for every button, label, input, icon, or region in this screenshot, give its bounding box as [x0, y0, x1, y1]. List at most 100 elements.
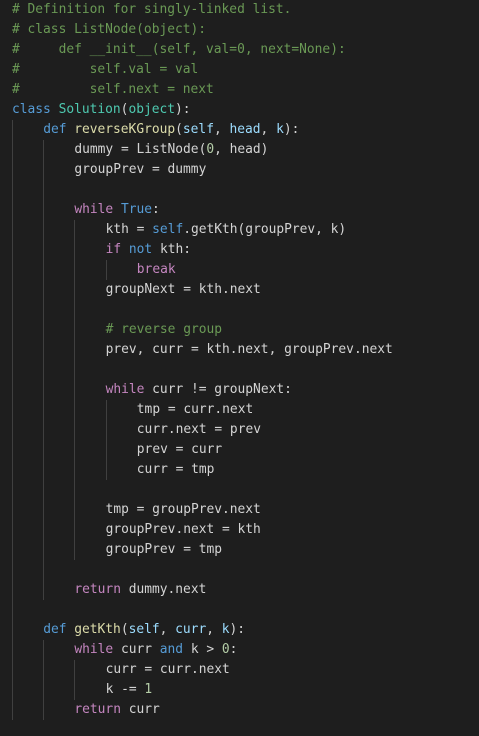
code-token: groupPrev.next = kth: [105, 522, 261, 537]
code-editor[interactable]: # Definition for singly-linked list. # cl…: [0, 0, 479, 736]
code-token: ):: [283, 122, 300, 137]
code-token: k: [221, 622, 230, 637]
code-token: return: [74, 582, 121, 597]
code-token: # reverse group: [105, 322, 223, 337]
code-token: def: [43, 122, 75, 137]
code-token: kth:: [152, 242, 191, 257]
code-line[interactable]: prev = curr: [137, 440, 222, 460]
code-token: k -=: [105, 682, 145, 697]
code-line[interactable]: groupNext = kth.next: [106, 280, 261, 300]
code-token: tmp = groupPrev.next: [105, 502, 261, 517]
indent-guide: [105, 400, 107, 480]
code-token: groupNext = kth.next: [105, 282, 261, 297]
code-token: self: [152, 222, 184, 237]
code-token: getKth: [74, 622, 121, 637]
code-token: prev, curr = kth.next, groupPrev.next: [105, 342, 393, 357]
indent-guide: [43, 640, 45, 720]
code-line[interactable]: class Solution(object):: [12, 100, 191, 120]
code-token: self: [128, 622, 160, 637]
code-line[interactable]: groupPrev = dummy: [74, 160, 206, 180]
code-token: while: [74, 642, 114, 657]
code-token: curr != groupNext:: [144, 382, 292, 397]
code-line[interactable]: if not kth:: [106, 240, 191, 260]
code-line[interactable]: return dummy.next: [74, 580, 206, 600]
code-token: k: [276, 122, 284, 137]
code-line[interactable]: kth = self.getKth(groupPrev, k): [106, 220, 347, 240]
code-line[interactable]: # Definition for singly-linked list.: [12, 0, 291, 20]
code-token: kth =: [105, 222, 153, 237]
code-token: while: [74, 202, 121, 217]
code-line[interactable]: prev, curr = kth.next, groupPrev.next: [106, 340, 393, 360]
code-line[interactable]: k -= 1: [106, 680, 153, 700]
code-token: prev = curr: [136, 442, 223, 457]
code-token: break: [136, 262, 176, 277]
code-token: curr: [113, 642, 160, 657]
code-token: curr = curr.next: [105, 662, 230, 677]
indent-guide: [105, 260, 107, 280]
code-token: curr = tmp: [136, 462, 215, 477]
code-line[interactable]: # reverse group: [106, 320, 222, 340]
code-line[interactable]: while curr and k > 0:: [74, 640, 237, 660]
code-token: ):: [229, 622, 246, 637]
indent-guide: [74, 220, 76, 560]
indent-guide: [74, 660, 76, 700]
code-line[interactable]: return curr: [74, 700, 159, 720]
code-line[interactable]: while curr != groupNext:: [106, 380, 292, 400]
code-token: (: [175, 122, 183, 137]
code-token: 0: [221, 642, 230, 657]
code-line[interactable]: tmp = groupPrev.next: [106, 500, 261, 520]
indent-guide: [12, 120, 13, 720]
code-token: Solution: [58, 102, 121, 117]
code-token: ):: [175, 102, 191, 117]
code-token: object: [128, 102, 176, 117]
code-line[interactable]: curr.next = prev: [137, 420, 261, 440]
code-token: 1: [144, 682, 153, 697]
code-line[interactable]: dummy = ListNode(0, head): [74, 140, 268, 160]
code-token: # self.next = next: [12, 82, 214, 97]
code-token: dummy = ListNode(: [74, 142, 207, 157]
code-token: 0: [206, 142, 215, 157]
code-token: if: [105, 242, 129, 257]
code-token: ,: [206, 622, 222, 637]
code-token: not: [128, 242, 153, 257]
code-line[interactable]: curr = curr.next: [106, 660, 230, 680]
code-token: groupPrev = tmp: [105, 542, 223, 557]
code-token: curr: [175, 622, 207, 637]
code-line[interactable]: # class ListNode(object):: [12, 20, 206, 40]
code-token: True: [120, 202, 153, 217]
code-token: return: [74, 702, 121, 717]
code-line[interactable]: # def __init__(self, val=0, next=None):: [12, 40, 346, 60]
code-line[interactable]: def getKth(self, curr, k):: [43, 620, 245, 640]
code-line[interactable]: tmp = curr.next: [137, 400, 253, 420]
code-line[interactable]: groupPrev.next = kth: [106, 520, 261, 540]
code-line[interactable]: def reverseKGroup(self, head, k):: [43, 120, 299, 140]
code-token: curr: [120, 702, 160, 717]
code-token: # def __init__(self, val=0, next=None):: [12, 42, 346, 57]
code-line[interactable]: curr = tmp: [137, 460, 215, 480]
indent-guide: [43, 140, 45, 600]
code-token: reverseKGroup: [74, 122, 176, 137]
code-token: , head): [214, 142, 269, 157]
code-token: groupPrev = dummy: [74, 162, 207, 177]
code-token: :: [152, 202, 160, 217]
code-line[interactable]: # self.next = next: [12, 80, 214, 100]
code-token: :: [229, 642, 238, 657]
code-token: curr.next = prev: [136, 422, 261, 437]
code-line[interactable]: # self.val = val: [12, 60, 198, 80]
code-line[interactable]: groupPrev = tmp: [106, 540, 222, 560]
code-token: ,: [213, 122, 230, 137]
code-token: .getKth(groupPrev, k): [183, 222, 347, 237]
code-token: # class ListNode(object):: [12, 22, 207, 37]
code-token: def: [43, 622, 75, 637]
code-token: and: [159, 642, 184, 657]
code-token: while: [105, 382, 145, 397]
code-token: tmp = curr.next: [136, 402, 254, 417]
code-token: (: [120, 622, 129, 637]
code-token: head: [229, 122, 261, 137]
code-line[interactable]: while True:: [74, 200, 159, 220]
code-token: class: [12, 102, 59, 117]
code-token: # Definition for singly-linked list.: [12, 2, 292, 17]
code-line[interactable]: break: [137, 260, 176, 280]
code-token: k >: [183, 642, 222, 657]
code-token: # self.val = val: [12, 62, 199, 77]
